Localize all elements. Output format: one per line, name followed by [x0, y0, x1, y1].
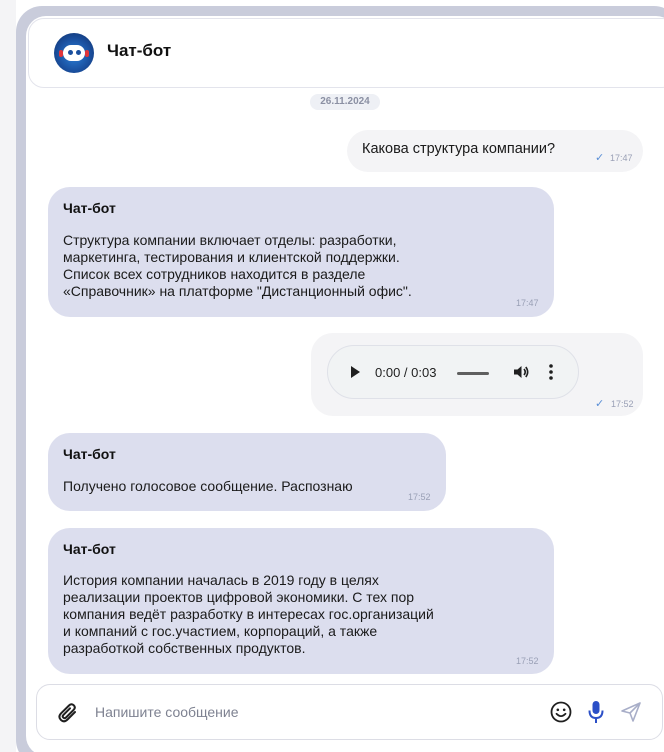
message-sender: Чат-бот	[63, 446, 116, 462]
check-icon: ✓	[595, 152, 605, 164]
message-line: История компании началась в 2019 году в …	[63, 572, 379, 588]
message-time: 17:47	[516, 298, 539, 308]
message-line: реализации проектов цифровой экономики. …	[63, 589, 415, 605]
incoming-message: Чат-бот Структура компании включает отде…	[48, 187, 554, 317]
outgoing-audio-message: 0:00 / 0:03 ✓ 17:52	[311, 333, 643, 416]
message-time: 17:52	[611, 399, 634, 409]
chat-header: Чат-бот	[28, 18, 664, 88]
message-text: Какова структура компании?	[362, 141, 556, 157]
send-icon[interactable]	[619, 700, 643, 724]
paperclip-icon[interactable]	[57, 701, 79, 725]
incoming-message: Чат-бот Получено голосовое сообщение. Ра…	[48, 433, 446, 511]
audio-progress-slider[interactable]	[457, 372, 489, 375]
audio-time: 0:00 / 0:03	[375, 365, 437, 380]
message-time: 17:47	[610, 153, 633, 163]
message-line: Структура компании включает отделы: разр…	[63, 232, 397, 248]
message-line: разработкой собственных продуктов.	[63, 640, 306, 656]
date-separator: 26.11.2024	[310, 94, 380, 110]
message-time: 17:52	[516, 656, 539, 666]
message-line: Список всех сотрудников находится в разд…	[63, 266, 366, 282]
play-icon[interactable]	[351, 366, 360, 378]
message-input[interactable]	[95, 697, 515, 727]
check-icon: ✓	[595, 398, 605, 410]
emoji-icon[interactable]	[550, 701, 572, 723]
message-sender: Чат-бот	[63, 200, 116, 216]
message-line: компания ведёт разработку в интересах го…	[63, 606, 434, 622]
volume-icon[interactable]	[512, 363, 530, 381]
message-line: Получено голосовое сообщение. Распознаю	[63, 478, 353, 494]
chat-title: Чат-бот	[107, 41, 172, 60]
message-line: маркетинга, тестирования и клиентской по…	[63, 249, 400, 265]
message-composer	[36, 684, 663, 740]
message-line: и компаний с гос.участием, корпораций, а…	[63, 623, 378, 639]
robot-avatar-icon	[54, 33, 94, 73]
outgoing-message: Какова структура компании? ✓ 17:47	[347, 130, 643, 172]
incoming-message: Чат-бот История компании началась в 2019…	[48, 528, 554, 674]
audio-player[interactable]: 0:00 / 0:03	[327, 345, 579, 399]
microphone-icon[interactable]	[586, 699, 606, 725]
message-sender: Чат-бот	[63, 541, 116, 557]
message-time: 17:52	[408, 492, 431, 502]
message-line: «Справочник» на платформе "Дистанционный…	[63, 283, 412, 299]
background-strip	[0, 0, 16, 752]
more-options-icon[interactable]	[548, 363, 554, 381]
